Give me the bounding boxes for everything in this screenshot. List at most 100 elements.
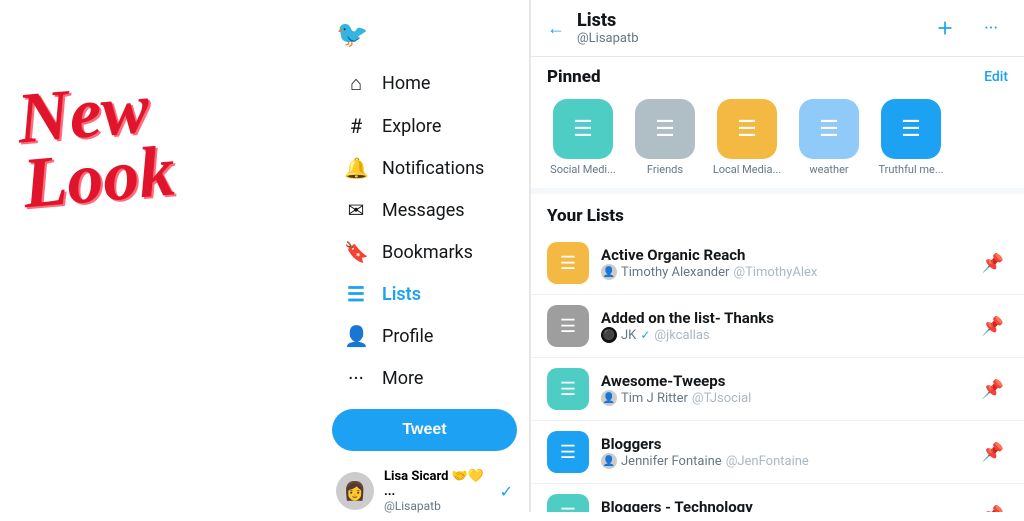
pinned-icon-friends: ☰: [635, 99, 695, 159]
owner-handle-jk: @jkcallas: [654, 328, 709, 343]
list-icon-awesome-tweeps: ☰: [547, 368, 589, 410]
list-owner-added-thanks: ⚫ JK ✓ @jkcallas: [601, 327, 978, 343]
sidebar: 🐦 ⌂ Home # Explore 🔔 Notifications ✉ Mes…: [320, 0, 530, 512]
owner-handle-jennifer: @JenFontaine: [726, 454, 809, 469]
owner-avatar-tim: 👤: [601, 390, 617, 406]
edit-pinned-button[interactable]: Edit: [984, 69, 1008, 85]
sidebar-item-more[interactable]: ··· More: [328, 358, 521, 398]
list-item-bloggers-technology[interactable]: ☰ Bloggers - Technology 👤 DialMe @gameut…: [531, 484, 1024, 512]
explore-icon: #: [344, 114, 368, 138]
owner-handle-tim: @TJsocial: [692, 391, 751, 406]
list-item-added-thanks[interactable]: ☰ Added on the list- Thanks ⚫ JK ✓ @jkca…: [531, 295, 1024, 358]
pin-button-bloggers[interactable]: 📌: [978, 438, 1008, 467]
sidebar-label-profile: Profile: [382, 326, 433, 347]
owner-name-jk: JK: [621, 328, 636, 343]
header-actions: ···: [928, 11, 1008, 45]
verified-check: ✓: [500, 482, 513, 501]
owner-name-jennifer: Jennifer Fontaine: [621, 454, 722, 469]
add-list-button[interactable]: [928, 11, 962, 45]
list-item-awesome-tweeps[interactable]: ☰ Awesome-Tweeps 👤 Tim J Ritter @TJsocia…: [531, 358, 1024, 421]
notifications-icon: 🔔: [344, 156, 368, 180]
list-owner-active-organic: 👤 Timothy Alexander @TimothyAlex: [601, 264, 978, 280]
list-info-awesome-tweeps: Awesome-Tweeps 👤 Tim J Ritter @TJsocial: [601, 372, 978, 406]
lists-icon: ☰: [344, 282, 368, 306]
owner-name-timothy: Timothy Alexander: [621, 265, 729, 280]
list-info-active-organic: Active Organic Reach 👤 Timothy Alexander…: [601, 246, 978, 280]
list-info-bloggers: Bloggers 👤 Jennifer Fontaine @JenFontain…: [601, 435, 978, 469]
pin-button-bloggers-tech[interactable]: 📌: [978, 501, 1008, 513]
list-name-awesome-tweeps: Awesome-Tweeps: [601, 372, 978, 390]
pinned-icon-local-media: ☰: [717, 99, 777, 159]
owner-avatar-jennifer: 👤: [601, 453, 617, 469]
your-lists-title: Your Lists: [531, 194, 1024, 232]
bookmarks-icon: 🔖: [344, 240, 368, 264]
back-button[interactable]: ←: [547, 18, 565, 39]
owner-name-tim: Tim J Ritter: [621, 391, 688, 406]
owner-handle-timothy: @TimothyAlex: [733, 265, 817, 280]
list-icon-bloggers-tech: ☰: [547, 494, 589, 512]
pinned-label-social-media: Social Medi...: [550, 163, 616, 176]
sidebar-item-bookmarks[interactable]: 🔖 Bookmarks: [328, 232, 521, 272]
twitter-logo[interactable]: 🐦: [320, 12, 529, 62]
sidebar-label-notifications: Notifications: [382, 158, 484, 179]
list-name-added-thanks: Added on the list- Thanks: [601, 309, 978, 327]
list-name-active-organic: Active Organic Reach: [601, 246, 978, 264]
sidebar-item-notifications[interactable]: 🔔 Notifications: [328, 148, 521, 188]
pinned-icon-social-media: ☰: [553, 99, 613, 159]
more-options-button[interactable]: ···: [974, 11, 1008, 45]
pinned-icon-truthful: ☰: [881, 99, 941, 159]
messages-icon: ✉: [344, 198, 368, 222]
sidebar-label-explore: Explore: [382, 116, 441, 137]
lists-page-title: Lists: [577, 10, 928, 31]
verified-jk: ✓: [640, 328, 650, 342]
sidebar-label-more: More: [382, 368, 423, 389]
owner-avatar-timothy: 👤: [601, 264, 617, 280]
pinned-icon-weather: ☰: [799, 99, 859, 159]
sidebar-label-lists: Lists: [382, 284, 421, 305]
pinned-list-social-media[interactable]: ☰ Social Medi...: [547, 99, 619, 176]
pin-button-active-organic[interactable]: 📌: [978, 249, 1008, 278]
list-owner-awesome-tweeps: 👤 Tim J Ritter @TJsocial: [601, 390, 978, 406]
lists-page-subtitle: @Lisapatb: [577, 31, 928, 46]
tweet-button[interactable]: Tweet: [332, 409, 517, 451]
sidebar-label-messages: Messages: [382, 200, 465, 221]
pin-button-awesome-tweeps[interactable]: 📌: [978, 375, 1008, 404]
sidebar-item-home[interactable]: ⌂ Home: [328, 63, 521, 104]
pinned-lists-container: ☰ Social Medi... ☰ Friends ☰ Local Media…: [531, 93, 1024, 194]
list-item-bloggers[interactable]: ☰ Bloggers 👤 Jennifer Fontaine @JenFonta…: [531, 421, 1024, 484]
sidebar-item-messages[interactable]: ✉ Messages: [328, 190, 521, 230]
pinned-list-local-media[interactable]: ☰ Local Media...: [711, 99, 783, 176]
user-handle: @Lisapatb: [384, 499, 496, 513]
sidebar-label-home: Home: [382, 73, 430, 94]
left-decorative-panel: NewLook: [0, 0, 320, 512]
list-info-added-thanks: Added on the list- Thanks ⚫ JK ✓ @jkcall…: [601, 309, 978, 343]
sidebar-item-explore[interactable]: # Explore: [328, 106, 521, 146]
list-owner-bloggers: 👤 Jennifer Fontaine @JenFontaine: [601, 453, 978, 469]
sidebar-label-bookmarks: Bookmarks: [382, 242, 473, 263]
list-icon-bloggers: ☰: [547, 431, 589, 473]
home-icon: ⌂: [344, 71, 368, 96]
pinned-list-truthful[interactable]: ☰ Truthful me...: [875, 99, 947, 176]
user-info: Lisa Sicard 🤝💛 ... @Lisapatb: [384, 469, 496, 513]
list-icon-active-organic: ☰: [547, 242, 589, 284]
lists-title-area: Lists @Lisapatb: [577, 10, 928, 46]
main-content: ← Lists @Lisapatb ··· Pinned Edit ☰ Soci…: [530, 0, 1024, 512]
sidebar-item-lists[interactable]: ☰ Lists: [328, 274, 521, 314]
list-icon-added-thanks: ☰: [547, 305, 589, 347]
owner-avatar-jk: ⚫: [601, 327, 617, 343]
pin-button-added-thanks[interactable]: 📌: [978, 312, 1008, 341]
sidebar-user[interactable]: 👩 Lisa Sicard 🤝💛 ... @Lisapatb ✓: [320, 461, 529, 521]
lists-header: ← Lists @Lisapatb ···: [531, 0, 1024, 57]
sidebar-item-profile[interactable]: 👤 Profile: [328, 316, 521, 356]
pinned-title: Pinned: [547, 67, 601, 87]
pinned-label-truthful: Truthful me...: [878, 163, 943, 176]
list-name-bloggers: Bloggers: [601, 435, 978, 453]
pinned-list-weather[interactable]: ☰ weather: [793, 99, 865, 176]
more-icon: ···: [344, 366, 368, 390]
pinned-label-weather: weather: [809, 163, 848, 176]
profile-icon: 👤: [344, 324, 368, 348]
pinned-list-friends[interactable]: ☰ Friends: [629, 99, 701, 176]
pinned-label-local-media: Local Media...: [713, 163, 781, 176]
list-item-active-organic-reach[interactable]: ☰ Active Organic Reach 👤 Timothy Alexand…: [531, 232, 1024, 295]
list-name-bloggers-tech: Bloggers - Technology: [601, 498, 978, 512]
